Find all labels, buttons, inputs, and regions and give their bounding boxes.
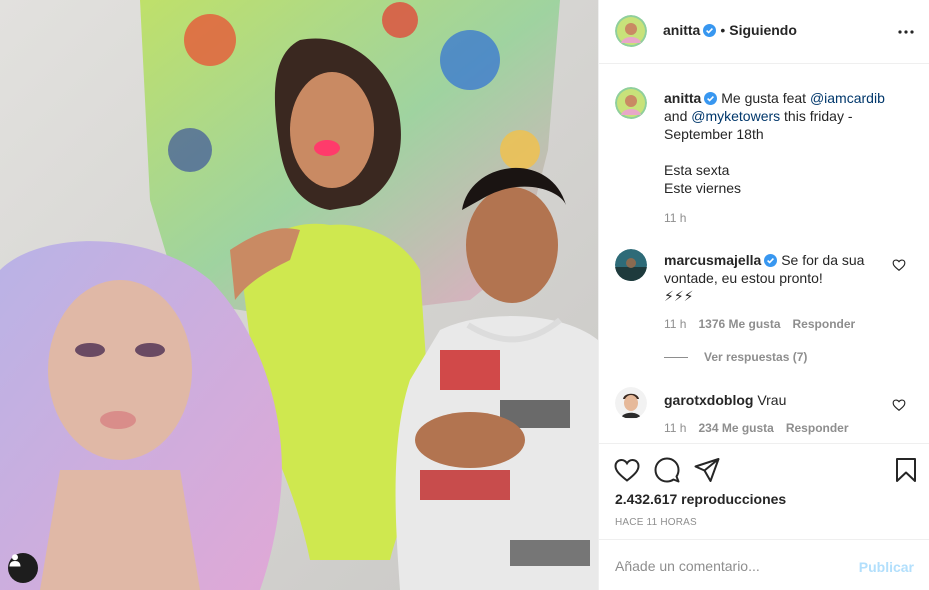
- like-heart-icon[interactable]: [613, 456, 641, 484]
- reply-button[interactable]: Responder: [793, 317, 856, 331]
- views-count[interactable]: 2.432.617 reproducciones: [615, 491, 786, 507]
- user-icon: [9, 554, 21, 567]
- post-image: [0, 0, 598, 590]
- post-details-panel: anitta • Siguiendo anitta Me gusta feat …: [598, 0, 929, 590]
- comment-avatar[interactable]: [615, 387, 647, 419]
- caption-line-3: Este viernes: [664, 180, 742, 196]
- comment-time[interactable]: 11 h: [664, 421, 686, 435]
- caption-meta: 11 h: [664, 211, 686, 225]
- comment-body: Vrau: [757, 392, 787, 408]
- separator-dot: •: [720, 22, 726, 38]
- verified-badge-icon: [704, 92, 718, 105]
- share-paper-plane-icon[interactable]: [693, 456, 721, 484]
- replies-divider: [664, 356, 688, 358]
- author-avatar[interactable]: [615, 15, 647, 47]
- comment-meta: 11 h 1376 Me gusta Responder: [664, 317, 855, 331]
- post-actions: 2.432.617 reproducciones HACE 11 HORAS: [599, 443, 929, 553]
- comment-bubble-icon[interactable]: [653, 456, 681, 484]
- avatar-image: [615, 249, 647, 281]
- caption-text: anitta Me gusta feat @iamcardib and @myk…: [664, 89, 904, 143]
- reply-button[interactable]: Responder: [786, 421, 849, 435]
- comment-avatar[interactable]: [615, 249, 647, 281]
- like-comment-heart-icon[interactable]: [892, 398, 906, 412]
- mention-iamcardib[interactable]: @iamcardib: [810, 90, 885, 106]
- like-comment-heart-icon[interactable]: [892, 258, 906, 272]
- verified-badge-icon: [764, 254, 778, 267]
- comment-username[interactable]: garotxdoblog: [664, 392, 753, 408]
- caption-time[interactable]: 11 h: [664, 211, 686, 225]
- caption-avatar[interactable]: [615, 87, 647, 119]
- comment-meta: 11 h 234 Me gusta Responder: [664, 421, 849, 435]
- comment-input[interactable]: [615, 555, 855, 577]
- view-replies-button[interactable]: Ver respuestas (7): [664, 350, 807, 364]
- post-timestamp[interactable]: HACE 11 HORAS: [615, 517, 697, 528]
- post-media[interactable]: [0, 0, 598, 590]
- more-options-button[interactable]: [894, 20, 918, 44]
- comment-text: marcusmajella Se for da sua vontade, eu …: [664, 251, 904, 287]
- more-icon: [898, 30, 914, 34]
- comment-likes[interactable]: 1376 Me gusta: [698, 317, 780, 331]
- tagged-users-button[interactable]: [8, 553, 38, 583]
- comment-likes[interactable]: 234 Me gusta: [698, 421, 773, 435]
- post-header: anitta • Siguiendo: [599, 0, 929, 64]
- caption-username[interactable]: anitta: [664, 90, 701, 106]
- caption-body: Me gusta feat: [721, 90, 810, 106]
- avatar-image: [615, 87, 647, 119]
- publish-button[interactable]: Publicar: [859, 559, 914, 575]
- comments-section: anitta Me gusta feat @iamcardib and @myk…: [599, 65, 929, 443]
- avatar-image: [615, 387, 647, 419]
- comment-username[interactable]: marcusmajella: [664, 252, 761, 268]
- add-comment-bar: Publicar: [599, 539, 929, 590]
- comment-emoji: ⚡⚡⚡: [664, 288, 694, 304]
- view-replies-label: Ver respuestas (7): [704, 350, 808, 364]
- avatar-image: [615, 15, 647, 47]
- author-username[interactable]: anitta: [663, 22, 700, 38]
- verified-badge-icon: [703, 23, 717, 37]
- mention-myketowers[interactable]: @myketowers: [691, 108, 780, 124]
- save-bookmark-icon[interactable]: [892, 456, 920, 484]
- caption-line-2: Esta sexta: [664, 162, 730, 178]
- comment-time[interactable]: 11 h: [664, 317, 686, 331]
- following-button[interactable]: Siguiendo: [729, 22, 797, 38]
- caption-body-mid: and: [664, 108, 692, 124]
- comment-text: garotxdoblog Vrau: [664, 391, 904, 409]
